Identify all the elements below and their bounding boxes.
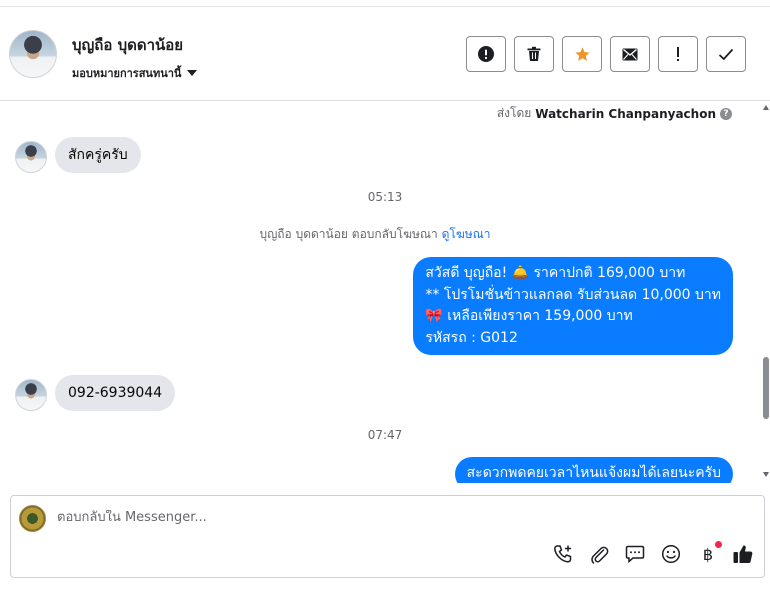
contact-name[interactable]: บุญถือ บุดดาน้อย [72, 33, 183, 57]
thread-scrollbar[interactable] [762, 101, 770, 483]
incoming-message[interactable]: 092-6939044 [55, 375, 176, 411]
message-line: รหัสรถ : G012 [425, 329, 518, 346]
sent-by-info: ส่งโดย Watcharin Chanpanyachon ? [497, 104, 732, 123]
message-line: สะดวกพดคยเวลาไหนแจ้งผมได้เลยนะครับ [466, 465, 721, 481]
paperclip-icon [591, 546, 609, 564]
help-icon[interactable]: ? [720, 107, 732, 120]
message-line: สวัสดี บุญถือ! 🛎️ ราคาปกติ 169,000 บาท [425, 265, 686, 281]
call-button[interactable] [552, 543, 574, 565]
like-button[interactable] [732, 543, 754, 565]
reply-input[interactable] [57, 510, 707, 525]
ad-reply-text: บุญถือ บุดดาน้อย ตอบกลับโฆษณา [259, 227, 438, 241]
conversation-header: บุญถือ บุดดาน้อย มอบหมายการสนทนานี้ [0, 7, 770, 101]
avatar[interactable] [9, 30, 57, 78]
star-icon [574, 46, 590, 61]
message-line: ** โปรโมชั่นข้าวแลกลด รับส่วนลด 10,000 บ… [425, 286, 721, 303]
scroll-up-arrow-icon[interactable] [763, 105, 769, 110]
ad-reply-note: บุญถือ บุดดาน้อย ตอบกลับโฆษณา ดูโฆษณา [0, 225, 750, 244]
message-composer: ฿ [10, 495, 765, 578]
follow-up-button[interactable] [658, 36, 698, 72]
message-timestamp: 07:47 [367, 428, 403, 442]
emoji-button[interactable] [660, 543, 682, 565]
sent-by-prefix: ส่งโดย [496, 106, 532, 120]
scroll-thumb[interactable] [763, 357, 769, 419]
message-thread[interactable]: ส่งโดย Watcharin Chanpanyachon ? สักครู่… [0, 101, 762, 483]
mark-done-button[interactable] [706, 36, 746, 72]
trash-icon [527, 46, 541, 61]
contact-avatar[interactable] [15, 141, 47, 173]
scroll-down-arrow-icon[interactable] [763, 472, 769, 477]
star-button[interactable] [562, 36, 602, 72]
baht-icon: ฿ [702, 544, 714, 564]
assign-conversation-dropdown[interactable]: มอบหมายการสนทนานี้ [72, 64, 198, 82]
payment-button[interactable]: ฿ [697, 541, 722, 565]
check-icon [718, 48, 734, 60]
message-timestamp: 05:13 [367, 190, 403, 204]
chat-bubble-icon [625, 545, 645, 564]
mark-spam-button[interactable] [466, 36, 506, 72]
smiley-icon [661, 544, 681, 564]
attach-button[interactable] [588, 543, 610, 565]
delete-button[interactable] [514, 36, 554, 72]
notification-dot [715, 541, 722, 548]
assign-label: มอบหมายการสนทนานี้ [72, 67, 182, 80]
outgoing-message[interactable]: สะดวกพดคยเวลาไหนแจ้งผมได้เลยนะครับ [454, 457, 733, 483]
alert-circle-icon [478, 46, 494, 62]
outgoing-message[interactable]: สวัสดี บุญถือ! 🛎️ ราคาปกติ 169,000 บาท *… [413, 257, 733, 355]
view-ad-link[interactable]: ดูโฆษณา [442, 227, 491, 241]
caret-down-icon [187, 70, 198, 76]
phone-plus-icon [554, 545, 572, 563]
exclamation-icon [677, 47, 679, 61]
thumbs-up-icon [733, 545, 753, 563]
message-line: 🎀 เหลือเพียงราคา 159,000 บาท [425, 308, 633, 324]
sent-by-name: Watcharin Chanpanyachon [535, 106, 716, 121]
contact-avatar[interactable] [15, 379, 47, 411]
envelope-icon [622, 48, 638, 60]
mark-unread-button[interactable] [610, 36, 650, 72]
saved-replies-button[interactable] [624, 543, 646, 565]
page-logo [19, 505, 46, 532]
incoming-message[interactable]: สักครู่ครับ [55, 137, 141, 173]
